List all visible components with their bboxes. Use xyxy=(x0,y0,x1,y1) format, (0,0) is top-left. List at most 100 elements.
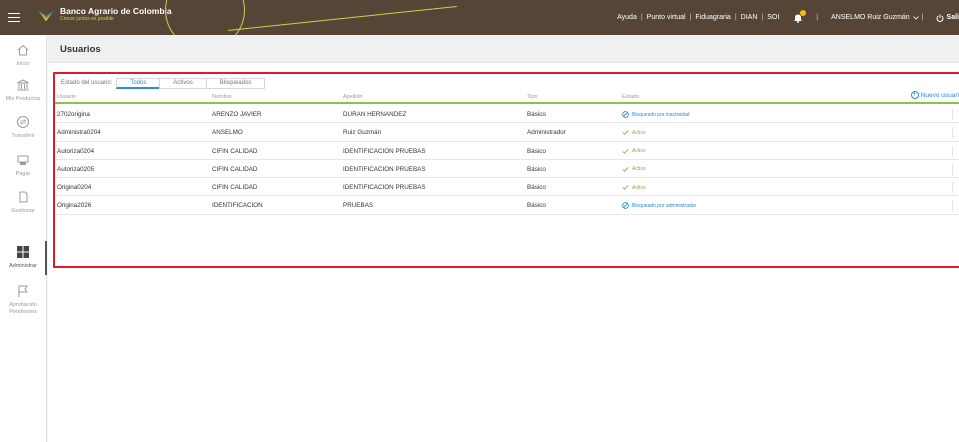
table-row[interactable]: Origina2026 IDENTIFICACION PRUEBAS Básic… xyxy=(55,196,959,215)
status-text: Activo xyxy=(632,148,646,155)
cell-apellido: IDENTIFICACION PRUEBAS xyxy=(343,165,426,173)
sidebar-item-transferir[interactable]: Transferir xyxy=(0,115,46,140)
cell-usuario: Autoriza0205 xyxy=(57,165,95,173)
help-link[interactable]: Ayuda xyxy=(617,14,637,21)
cell-apellido: IDENTIFICACION PRUEBAS xyxy=(343,184,426,192)
cell-usuario: 2702origina xyxy=(57,111,90,118)
cell-nombre: CIFIN CALIDAD xyxy=(212,184,258,192)
sidebar-item-administrar[interactable]: Administrar xyxy=(0,241,47,275)
header-links: Ayuda | Punto virtual | Fiduagraria | DIAN | SOI xyxy=(617,14,780,21)
cell-tipo: Básico xyxy=(527,147,546,155)
column-header-tipo[interactable]: Tipo xyxy=(527,94,538,100)
bank-logo[interactable]: Banco Agrario de Colombia Crecer juntos … xyxy=(37,7,172,25)
cell-usuario: Administra0204 xyxy=(57,129,101,137)
check-icon xyxy=(622,130,629,136)
fiduagraria-link[interactable]: Fiduagraria xyxy=(695,14,730,21)
cell-tipo: Básico xyxy=(527,202,546,210)
sidebar-item-label: Administrar xyxy=(9,263,37,270)
row-actions-handle[interactable] xyxy=(952,109,959,120)
soi-link[interactable]: SOI xyxy=(767,14,779,21)
grid-icon xyxy=(17,246,29,258)
status-filter-label: Estado del usuario: xyxy=(61,80,113,86)
row-actions-handle[interactable] xyxy=(952,145,959,157)
row-actions-handle[interactable] xyxy=(952,200,959,212)
table-row[interactable]: Autoriza0204 CIFIN CALIDAD IDENTIFICACIO… xyxy=(55,142,959,160)
cell-tipo: Básico xyxy=(527,184,546,192)
users-table-body: 2702origina ARENZO JAVIER DURAN HERNANDE… xyxy=(55,105,959,215)
sidebar-item-pagar[interactable]: Pagar xyxy=(0,153,46,178)
table-row[interactable]: Origina0204 CIFIN CALIDAD IDENTIFICACION… xyxy=(55,178,959,197)
virtual-point-link[interactable]: Punto virtual xyxy=(647,14,686,21)
check-icon xyxy=(622,148,629,154)
sidebar-item-aprobacion-pendientes[interactable]: Aprobación Pendientes xyxy=(0,284,46,315)
cell-tipo: Básico xyxy=(527,165,546,173)
cell-estado: Bloqueado por administrador xyxy=(622,202,697,210)
flag-icon xyxy=(18,285,28,297)
notification-bell-icon[interactable] xyxy=(793,9,807,23)
filter-tab-todos[interactable]: Todos xyxy=(116,77,160,89)
status-text: Bloqueado por administrador xyxy=(632,202,697,209)
bank-name: Banco Agrario de Colombia xyxy=(60,6,172,16)
sidebar-item-gestionar[interactable]: Gestionar xyxy=(0,190,46,215)
sidebar-item-label: Aprobación Pendientes xyxy=(9,302,37,315)
chevron-down-icon xyxy=(912,15,919,20)
cell-apellido: PRUEBAS xyxy=(343,202,374,210)
sidebar-item-inicio[interactable]: Inicio xyxy=(0,43,46,68)
page-header: Usuarios xyxy=(48,35,959,63)
main-content: Usuarios Estado del usuario: Todos Activ… xyxy=(48,35,959,442)
table-header: Usuario Nombre Apellido Tipo Estado xyxy=(55,92,959,104)
user-menu[interactable]: ANSELMO Ruiz Guzmán xyxy=(831,14,919,21)
status-text: Bloqueado por inactividad xyxy=(632,111,690,118)
manage-icon xyxy=(19,191,28,203)
logout-button[interactable]: Sali xyxy=(936,14,959,22)
cell-tipo: Administrador xyxy=(527,129,566,137)
cell-tipo: Básico xyxy=(527,111,546,118)
cell-nombre: CIFIN CALIDAD xyxy=(212,165,258,173)
hamburger-menu-button[interactable] xyxy=(0,0,28,35)
cell-usuario: Autoriza0204 xyxy=(57,147,95,155)
table-row[interactable]: Autoriza0205 CIFIN CALIDAD IDENTIFICACIO… xyxy=(55,160,959,179)
cell-estado: Activo xyxy=(622,166,646,173)
sidebar-item-label: Mis Productos xyxy=(5,96,41,103)
home-icon xyxy=(17,44,29,56)
cell-estado: Activo xyxy=(622,184,646,191)
sidebar-item-mis-productos[interactable]: Mis Productos xyxy=(0,78,46,103)
column-header-apellido[interactable]: Apellido xyxy=(343,94,363,100)
transfer-icon xyxy=(17,116,29,128)
header-decoration-line xyxy=(228,5,457,31)
table-row[interactable]: Administra0204 ANSELMO Ruiz Guzmán Admin… xyxy=(55,123,959,142)
row-actions-handle[interactable] xyxy=(952,163,959,175)
sidebar-item-label: Gestionar xyxy=(11,208,35,215)
column-header-estado[interactable]: Estado xyxy=(622,94,639,100)
blocked-icon xyxy=(622,202,629,210)
pay-icon xyxy=(17,155,29,165)
cell-nombre: IDENTIFICACION xyxy=(212,202,263,210)
sidebar: Inicio Mis Productos Transferir Pagar Ge… xyxy=(0,35,47,442)
sidebar-item-label: Transferir xyxy=(11,133,35,140)
filter-tab-activos[interactable]: Activos xyxy=(159,77,206,89)
check-icon xyxy=(622,185,629,191)
cell-nombre: ARENZO JAVIER xyxy=(212,111,262,118)
bank-logo-icon xyxy=(37,10,55,22)
dian-link[interactable]: DIAN xyxy=(741,14,758,21)
cell-estado: Activo xyxy=(622,148,646,155)
user-name: ANSELMO Ruiz Guzmán xyxy=(831,14,910,21)
cell-apellido: Ruiz Guzmán xyxy=(343,129,382,137)
blocked-icon xyxy=(622,111,629,118)
table-row[interactable]: 2702origina ARENZO JAVIER DURAN HERNANDE… xyxy=(55,105,959,124)
row-actions-handle[interactable] xyxy=(952,127,959,139)
cell-estado: Bloqueado por inactividad xyxy=(622,111,690,118)
cell-usuario: Origina2026 xyxy=(57,202,92,210)
status-text: Activo xyxy=(632,129,646,136)
filter-tab-bloqueados[interactable]: Bloqueados xyxy=(205,77,266,89)
row-actions-handle[interactable] xyxy=(952,182,959,194)
cell-estado: Activo xyxy=(622,129,646,136)
sidebar-item-label: Inicio xyxy=(16,61,30,68)
page-title: Usuarios xyxy=(60,44,101,55)
power-icon xyxy=(936,14,944,22)
column-header-nombre[interactable]: Nombre xyxy=(212,94,232,100)
column-header-usuario[interactable]: Usuario xyxy=(57,94,76,100)
cell-apellido: IDENTIFICACION PRUEBAS xyxy=(343,147,426,155)
status-text: Activo xyxy=(632,166,646,173)
sidebar-item-label: Pagar xyxy=(15,171,31,178)
